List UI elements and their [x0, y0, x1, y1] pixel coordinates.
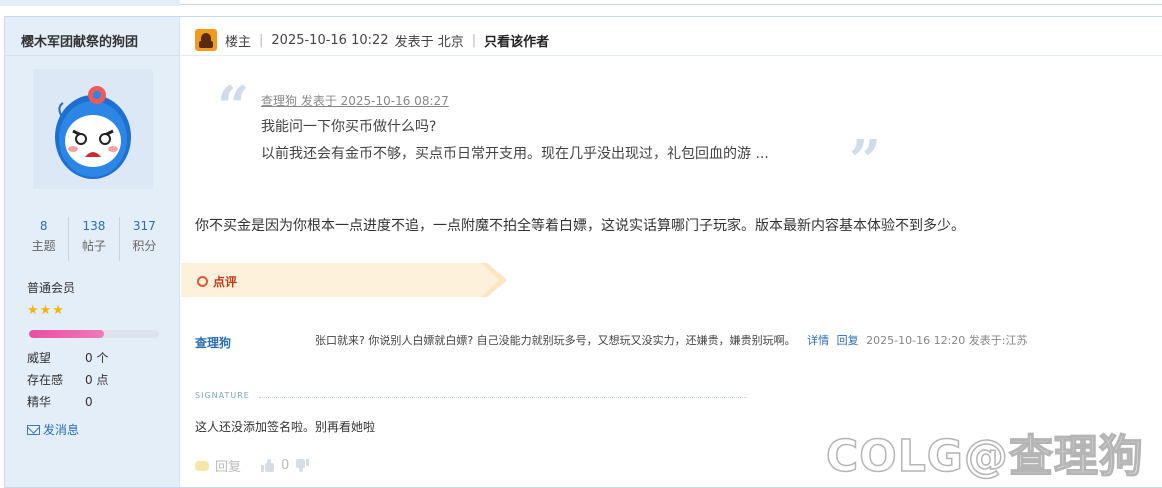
info-key: 精华 [27, 395, 52, 409]
comment-row: 查理狗 张口就来? 你说别人白嫖就白嫖? 自己没能力就别玩多号，又想玩又没实力，… [195, 330, 1155, 352]
reply-bubble-icon[interactable] [195, 460, 209, 471]
stat-points-label: 积分 [132, 239, 157, 253]
quote-open-icon: “ [217, 74, 250, 140]
thumbs-down-icon[interactable] [295, 459, 310, 472]
dianping-tab[interactable]: 点评 [181, 263, 507, 297]
quote-source-link[interactable]: 查理狗 发表于 2025-10-16 08:27 [261, 92, 449, 109]
stat-threads-label: 主题 [31, 239, 56, 253]
info-value: 0 个 [85, 351, 109, 365]
signature-label: SIGNATURE [195, 391, 250, 400]
quote-close-icon: ” [849, 128, 882, 194]
avatar-angry-cartoon-icon [55, 86, 131, 179]
reputation-bar-fill [29, 330, 105, 338]
quote-line: 我能问一下你买币做什么吗? [261, 119, 437, 135]
like-count: 0 [281, 458, 290, 473]
info-value: 0 [85, 395, 93, 409]
info-row-prestige: 威望 0 个 [27, 347, 167, 369]
author-sidebar: 樱木军团献祭的狗团 8 主题 138 帖子 317 积分 普通会员 ★★★ 威望… [5, 17, 180, 487]
post-role: 楼主 [225, 34, 252, 50]
info-value: 0 点 [85, 373, 109, 387]
info-row-digest: 精华 0 [27, 391, 167, 413]
post-location: 发表于 北京 [394, 34, 464, 50]
comment-details-link[interactable]: 详情 [807, 334, 829, 347]
stat-threads-value: 8 [39, 219, 48, 233]
comment-text: 张口就来? 你说别人白嫖就白嫖? 自己没能力就别玩多号，又想玩又没实力，还嫌贵，… [315, 334, 796, 347]
stat-threads[interactable]: 8 主题 [19, 217, 70, 261]
stat-points[interactable]: 317 积分 [120, 217, 169, 261]
signature-text: 这人还没添加签名啦。别再看她啦 [195, 420, 376, 434]
comment-user[interactable]: 查理狗 [195, 334, 231, 351]
reply-button[interactable]: 回复 [215, 456, 241, 475]
watermark: COLG@查理狗 [825, 430, 1144, 483]
top-strip-sidebar [0, 0, 180, 6]
member-type: 普通会员 [27, 281, 76, 295]
info-key: 威望 [27, 351, 52, 365]
info-key: 存在感 [27, 373, 64, 387]
post-content: 楼主 | 2025-10-16 10:22 发表于 北京 | 只看该作者 “ 查… [181, 17, 1162, 487]
thread-starter-icon [195, 29, 217, 51]
comment-time: 2025-10-16 12:20 发表于:江苏 [866, 334, 1028, 347]
top-strip-divider [180, 4, 1162, 5]
info-row-presence: 存在感 0 点 [27, 369, 167, 391]
author-stats: 8 主题 138 帖子 317 积分 [19, 217, 169, 261]
dianping-label: 点评 [213, 275, 238, 289]
post-timestamp: 2025-10-16 10:22 [271, 32, 389, 48]
send-message-label: 发消息 [43, 423, 80, 437]
thumbs-up-icon[interactable] [261, 459, 275, 472]
post-body: 你不买金是因为你根本一点进度不追，一点附魔不拍全等着白嫖，这说实话算哪门子玩家。… [195, 218, 965, 234]
post-header: 楼主 | 2025-10-16 10:22 发表于 北京 | 只看该作者 [195, 27, 549, 53]
reputation-bar [29, 330, 159, 338]
stat-posts-value: 138 [82, 219, 106, 233]
author-divider [5, 55, 180, 56]
top-strip [0, 0, 1162, 6]
comment-reply-link[interactable]: 回复 [837, 334, 859, 347]
signature-divider [259, 397, 747, 398]
post-actions: 回复 0 [195, 456, 310, 475]
author-name[interactable]: 樱木军团献祭的狗团 [21, 31, 138, 50]
quote-line: 以前我还会有金币不够，买点币日常开支用。现在几乎没出现过，礼包回血的游 ... [261, 146, 769, 162]
forum-post: 樱木军团献祭的狗团 8 主题 138 帖子 317 积分 普通会员 ★★★ 威望… [4, 16, 1162, 488]
header-divider [181, 55, 1162, 56]
rank-stars-icon: ★★★ [27, 303, 65, 318]
stat-points-value: 317 [132, 219, 156, 233]
dianping-ring-icon [197, 276, 208, 287]
envelope-icon [27, 424, 40, 435]
author-info: 威望 0 个 存在感 0 点 精华 0 [27, 347, 167, 413]
send-message-link[interactable]: 发消息 [27, 421, 79, 438]
stat-posts[interactable]: 138 帖子 [69, 217, 120, 261]
only-author-link[interactable]: 只看该作者 [484, 31, 549, 50]
stat-posts-label: 帖子 [81, 239, 106, 253]
avatar[interactable] [33, 69, 153, 189]
